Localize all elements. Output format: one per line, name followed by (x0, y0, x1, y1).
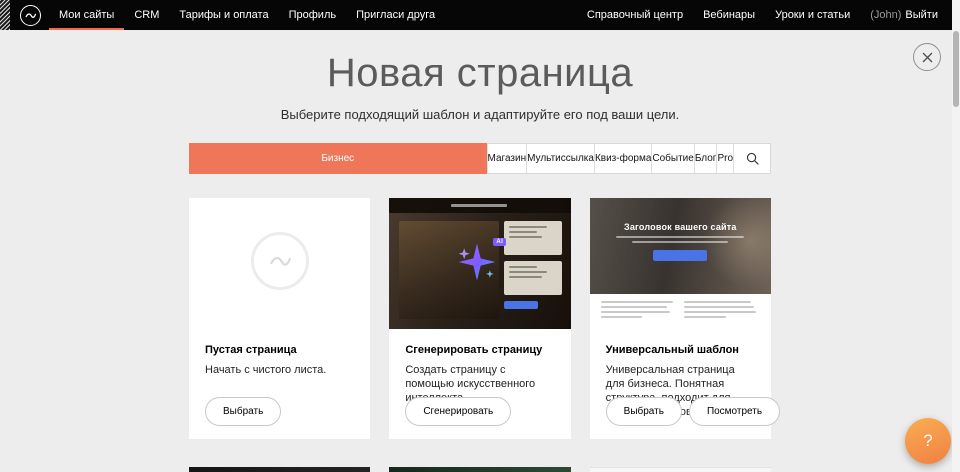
preview-side-panel (504, 221, 562, 309)
corner-texture (0, 0, 10, 30)
template-category-tabs: Бизнес Магазин Мультиссылка Квиз-форма С… (189, 143, 771, 174)
tilde-icon (267, 248, 293, 274)
blank-page-preview (189, 198, 370, 329)
tab-business[interactable]: Бизнес (189, 143, 488, 174)
help-button[interactable]: ? (905, 418, 951, 464)
preview-button-shape (653, 250, 707, 261)
tab-blog[interactable]: Блог (695, 144, 718, 173)
choose-button[interactable]: Выбрать (606, 397, 682, 426)
close-icon (922, 52, 933, 63)
card-actions: Сгенерировать (405, 397, 511, 426)
preview-hero-section: Заголовок вашего сайта (590, 198, 771, 294)
preview-button-shape (504, 301, 538, 309)
tab-shop[interactable]: Магазин (488, 144, 528, 173)
preview-text-column (601, 301, 677, 329)
generate-button[interactable]: Сгенерировать (405, 397, 511, 426)
preview-text-block (504, 261, 562, 295)
nav-item-webinars[interactable]: Вебинары (693, 0, 765, 30)
tab-label: Событие (652, 153, 693, 164)
tab-search[interactable] (734, 144, 770, 173)
card-title: Пустая страница (205, 344, 354, 356)
nav-item-label: Профиль (289, 9, 337, 21)
template-card-partial[interactable] (389, 467, 570, 472)
help-button-label: ? (923, 431, 932, 451)
modal-content: Новая страница Выберите подходящий шабло… (0, 0, 960, 472)
top-navbar: Мои сайты CRM Тарифы и оплата Профиль Пр… (0, 0, 952, 30)
template-grid: Пустая страница Начать с чистого листа. … (189, 198, 771, 472)
tab-label: Pro (717, 153, 733, 164)
preview-text-section (590, 294, 771, 329)
template-card-partial[interactable] (189, 467, 370, 472)
nav-item-label: Тарифы и оплата (179, 9, 268, 21)
search-icon (746, 152, 759, 165)
nav-item-tariffs[interactable]: Тарифы и оплата (169, 0, 278, 30)
card-body: Пустая страница Начать с чистого листа. (189, 329, 370, 377)
template-card-blank-page: Пустая страница Начать с чистого листа. … (189, 198, 370, 439)
card-description: Начать с чистого листа. (205, 363, 354, 377)
preview-text-line (632, 241, 728, 243)
card-body: Сгенерировать страницу Создать страницу … (389, 329, 570, 405)
view-button[interactable]: Посмотреть (689, 397, 780, 426)
template-card-ai-generate: AI Сгенерировать страницу Создать страни… (389, 198, 570, 439)
tab-event[interactable]: Событие (652, 144, 694, 173)
template-card-universal: Заголовок вашего сайта Универсальный шаб… (590, 198, 771, 439)
choose-button[interactable]: Выбрать (205, 397, 281, 426)
nav-item-logout[interactable]: (John) Выйти (860, 0, 948, 30)
preview-text-column (684, 301, 760, 329)
nav-item-label: Справочный центр (587, 9, 683, 21)
template-card-partial[interactable] (590, 467, 771, 472)
current-user-label: (John) (870, 9, 901, 21)
nav-item-profile[interactable]: Профиль (279, 0, 347, 30)
nav-item-label: Пригласи друга (356, 9, 435, 21)
tab-multilink[interactable]: Мультиссылка (527, 144, 595, 173)
nav-item-lessons[interactable]: Уроки и статьи (765, 0, 860, 30)
nav-item-label: CRM (134, 9, 159, 21)
tab-label: Бизнес (321, 153, 354, 164)
tilde-icon (24, 9, 37, 22)
card-actions: Выбрать (205, 397, 281, 426)
ai-badge: AI (493, 238, 506, 246)
nav-item-label: Вебинары (703, 9, 755, 21)
nav-item-my-sites[interactable]: Мои сайты (49, 0, 124, 30)
logout-label: Выйти (905, 9, 938, 21)
close-modal-button[interactable] (913, 43, 941, 71)
card-title: Универсальный шаблон (606, 344, 755, 356)
nav-item-help-center[interactable]: Справочный центр (577, 0, 693, 30)
nav-item-crm[interactable]: CRM (124, 0, 169, 30)
tab-quiz-form[interactable]: Квиз-форма (595, 144, 652, 173)
preview-site-heading: Заголовок вашего сайта (590, 198, 771, 232)
page-subtitle: Выберите подходящий шаблон и адаптируйте… (0, 107, 960, 122)
tab-pro[interactable]: Pro (717, 144, 734, 173)
navbar-left-menu: Мои сайты CRM Тарифы и оплата Профиль Пр… (49, 0, 445, 30)
preview-browser-bar (389, 198, 570, 213)
tab-label: Блог (695, 153, 717, 164)
tilda-circle-logo (251, 232, 309, 290)
ai-sparkle-icon (455, 240, 499, 284)
tab-label: Магазин (488, 153, 527, 164)
nav-item-invite-friend[interactable]: Пригласи друга (346, 0, 445, 30)
navbar-right-menu: Справочный центр Вебинары Уроки и статьи… (577, 0, 948, 30)
universal-template-preview: Заголовок вашего сайта (590, 198, 771, 329)
preview-text-block (504, 221, 562, 255)
ai-generate-preview: AI (389, 198, 570, 329)
page-title: Новая страница (0, 50, 960, 96)
tilda-logo[interactable] (20, 5, 41, 26)
preview-text-line (616, 236, 744, 238)
tab-label: Квиз-форма (595, 153, 651, 164)
scrollbar-thumb[interactable] (953, 31, 959, 107)
nav-item-label: Мои сайты (59, 9, 114, 21)
vertical-scrollbar[interactable] (952, 0, 960, 472)
app-window: Мои сайты CRM Тарифы и оплата Профиль Пр… (0, 0, 960, 472)
card-actions: Выбрать Посмотреть (606, 397, 780, 426)
card-title: Сгенерировать страницу (405, 344, 554, 356)
tab-label: Мультиссылка (527, 153, 594, 164)
nav-item-label: Уроки и статьи (775, 9, 850, 21)
